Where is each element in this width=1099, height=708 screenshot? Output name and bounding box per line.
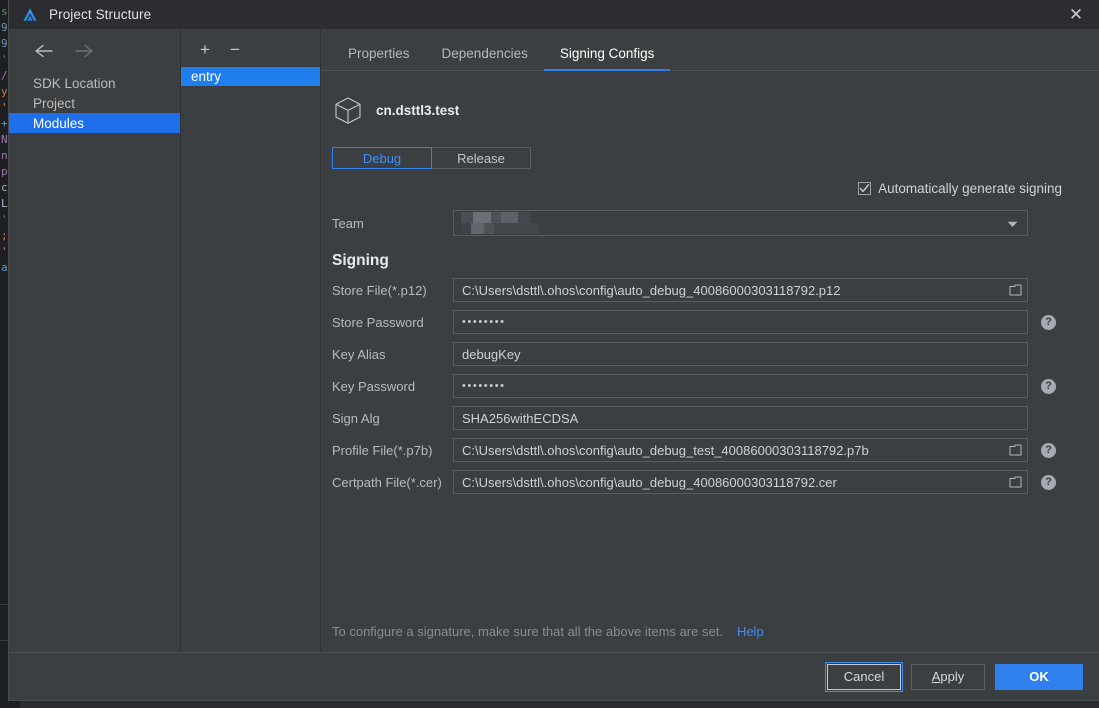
signing-section-heading: Signing bbox=[332, 252, 1089, 270]
tab-dependencies[interactable]: Dependencies bbox=[426, 46, 544, 70]
module-detail-panel: Properties Dependencies Signing Configs … bbox=[321, 29, 1099, 652]
folder-icon[interactable] bbox=[1003, 471, 1027, 493]
field-label-profile-file: Profile File(*.p7b) bbox=[332, 443, 453, 458]
dialog-titlebar: Project Structure ✕ bbox=[9, 0, 1099, 29]
auto-generate-signing-checkbox[interactable] bbox=[858, 182, 871, 195]
question-mark-icon[interactable]: ? bbox=[1041, 379, 1056, 394]
signing-configs-content: cn.dsttl3.test Debug Release Automatical… bbox=[321, 71, 1099, 652]
field-wrap-profile-file: C:\Users\dsttl\.ohos\config\auto_debug_t… bbox=[453, 438, 1028, 462]
form-row-key-alias: Key Alias debugKey bbox=[332, 342, 1089, 366]
chevron-down-icon bbox=[1007, 221, 1018, 228]
field-wrap-key-alias: debugKey bbox=[453, 342, 1028, 366]
team-select[interactable] bbox=[453, 210, 1028, 236]
module-item-label: entry bbox=[191, 69, 221, 84]
module-package-name: cn.dsttl3.test bbox=[376, 103, 459, 118]
module-list-toolbar: + − bbox=[181, 39, 320, 67]
question-mark-icon[interactable]: ? bbox=[1041, 475, 1056, 490]
module-list-panel: + − entry bbox=[181, 29, 321, 652]
sign-alg-input[interactable]: SHA256withECDSA bbox=[453, 406, 1028, 430]
ok-button[interactable]: OK bbox=[995, 664, 1083, 690]
form-row-store-file: Store File(*.p12) C:\Users\dsttl\.ohos\c… bbox=[332, 278, 1089, 302]
key-password-input[interactable]: •••••••• bbox=[453, 374, 1028, 398]
tab-properties[interactable]: Properties bbox=[332, 46, 426, 70]
field-wrap-key-password: •••••••• bbox=[453, 374, 1028, 398]
module-list-item-entry[interactable]: entry bbox=[181, 67, 320, 86]
dialog-button-bar: Cancel Apply OK bbox=[9, 652, 1099, 700]
sidebar-item-label: Project bbox=[33, 96, 75, 111]
store-file-input[interactable]: C:\Users\dsttl\.ohos\config\auto_debug_4… bbox=[453, 278, 1028, 302]
deveco-triangle-logo-icon bbox=[21, 6, 39, 24]
cancel-button[interactable]: Cancel bbox=[827, 664, 901, 690]
key-alias-input[interactable]: debugKey bbox=[453, 342, 1028, 366]
auto-generate-signing-label: Automatically generate signing bbox=[878, 181, 1062, 196]
form-row-key-password: Key Password •••••••• ? bbox=[332, 374, 1089, 398]
settings-sidebar: SDK Location Project Modules bbox=[9, 29, 181, 652]
signing-footer-note: To configure a signature, make sure that… bbox=[332, 624, 764, 639]
build-variant-release[interactable]: Release bbox=[431, 147, 531, 169]
sidebar-item-label: SDK Location bbox=[33, 76, 116, 91]
checkmark-icon bbox=[859, 183, 870, 194]
field-wrap-store-file: C:\Users\dsttl\.ohos\config\auto_debug_4… bbox=[453, 278, 1028, 302]
field-label-sign-alg: Sign Alg bbox=[332, 411, 453, 426]
team-row: Team bbox=[332, 210, 1089, 236]
project-structure-dialog: Project Structure ✕ SDK Location bbox=[9, 0, 1099, 700]
store-password-input[interactable]: •••••••• bbox=[453, 310, 1028, 334]
build-variant-debug[interactable]: Debug bbox=[332, 147, 432, 169]
build-variant-toggle: Debug Release bbox=[332, 147, 531, 169]
form-row-store-password: Store Password •••••••• ? bbox=[332, 310, 1089, 334]
field-wrap-certpath-file: C:\Users\dsttl\.ohos\config\auto_debug_4… bbox=[453, 470, 1028, 494]
dialog-body: SDK Location Project Modules + − entry P… bbox=[9, 29, 1099, 652]
minus-icon[interactable]: − bbox=[225, 39, 245, 59]
field-label-key-password: Key Password bbox=[332, 379, 453, 394]
field-label-store-file: Store File(*.p12) bbox=[332, 283, 453, 298]
form-row-sign-alg: Sign Alg SHA256withECDSA bbox=[332, 406, 1089, 430]
footer-note-text: To configure a signature, make sure that… bbox=[332, 624, 723, 639]
close-icon[interactable]: ✕ bbox=[1053, 0, 1099, 29]
auto-generate-signing-row: Automatically generate signing bbox=[332, 181, 1089, 196]
field-wrap-store-password: •••••••• bbox=[453, 310, 1028, 334]
module-tabs: Properties Dependencies Signing Configs bbox=[321, 33, 1099, 71]
sidebar-item-label: Modules bbox=[33, 116, 84, 131]
certpath-file-input[interactable]: C:\Users\dsttl\.ohos\config\auto_debug_4… bbox=[453, 470, 1028, 494]
dialog-title: Project Structure bbox=[49, 7, 151, 22]
plus-icon[interactable]: + bbox=[195, 39, 215, 59]
cube-module-icon bbox=[332, 94, 364, 126]
team-value-redacted bbox=[461, 212, 539, 234]
form-row-profile-file: Profile File(*.p7b) C:\Users\dsttl\.ohos… bbox=[332, 438, 1089, 462]
sidebar-item-modules[interactable]: Modules bbox=[9, 113, 180, 133]
profile-file-input[interactable]: C:\Users\dsttl\.ohos\config\auto_debug_t… bbox=[453, 438, 1028, 462]
team-label: Team bbox=[332, 216, 453, 231]
module-header: cn.dsttl3.test bbox=[332, 93, 1089, 127]
field-wrap-sign-alg: SHA256withECDSA bbox=[453, 406, 1028, 430]
sidebar-item-project[interactable]: Project bbox=[9, 93, 180, 113]
field-label-certpath-file: Certpath File(*.cer) bbox=[332, 475, 453, 490]
nav-history-controls bbox=[9, 41, 180, 73]
folder-icon[interactable] bbox=[1003, 279, 1027, 301]
tab-signing-configs[interactable]: Signing Configs bbox=[544, 46, 671, 70]
field-label-store-password: Store Password bbox=[332, 315, 453, 330]
question-mark-icon[interactable]: ? bbox=[1041, 315, 1056, 330]
folder-icon[interactable] bbox=[1003, 439, 1027, 461]
form-row-certpath-file: Certpath File(*.cer) C:\Users\dsttl\.oho… bbox=[332, 470, 1089, 494]
arrow-right-icon[interactable] bbox=[73, 41, 95, 61]
sidebar-item-sdk-location[interactable]: SDK Location bbox=[9, 73, 180, 93]
field-label-key-alias: Key Alias bbox=[332, 347, 453, 362]
footer-help-link[interactable]: Help bbox=[737, 624, 764, 639]
question-mark-icon[interactable]: ? bbox=[1041, 443, 1056, 458]
apply-button[interactable]: Apply bbox=[911, 664, 985, 690]
arrow-left-icon[interactable] bbox=[33, 41, 55, 61]
